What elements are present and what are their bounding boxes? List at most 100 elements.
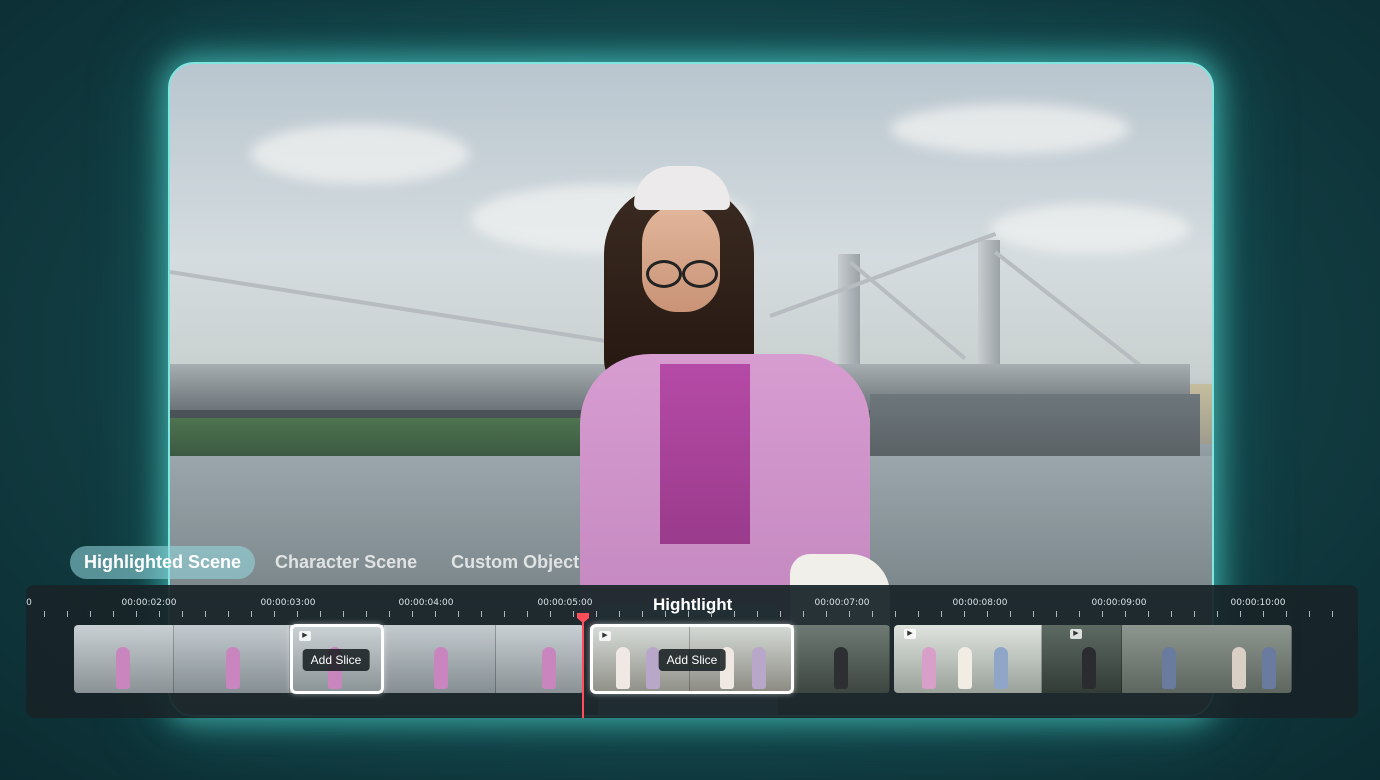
tick-mark — [688, 611, 689, 617]
tick-mark — [389, 611, 390, 617]
tab-highlighted-scene[interactable]: Highlighted Scene — [70, 545, 256, 579]
tick-mark — [1194, 611, 1195, 617]
tick-mark — [1125, 611, 1126, 617]
tick-mark — [757, 611, 758, 617]
tick-mark — [504, 611, 505, 617]
playhead[interactable] — [582, 615, 584, 718]
play-icon: ▶ — [904, 629, 916, 639]
tick-mark — [1171, 611, 1172, 617]
tick-label: 00:00:05:00 — [537, 598, 593, 608]
person-figure — [1232, 647, 1246, 689]
cloud — [890, 104, 1130, 154]
person-figure — [1162, 647, 1176, 689]
tick-mark — [734, 611, 735, 617]
tick-label: 00:00:08:00 — [952, 598, 1008, 608]
tick-mark — [1263, 611, 1264, 617]
glasses — [646, 260, 718, 288]
tick-label: 00:00:04:00 — [398, 598, 454, 608]
tick-mark — [366, 611, 367, 617]
tick-mark — [619, 611, 620, 617]
tick-mark — [1079, 611, 1080, 617]
tick-mark — [458, 611, 459, 617]
tick-mark — [1033, 611, 1034, 617]
tick-mark — [1286, 611, 1287, 617]
slice-handle-left[interactable] — [290, 653, 293, 667]
play-icon: ▶ — [299, 631, 311, 641]
tick-mark — [550, 611, 551, 617]
tick-mark — [872, 611, 873, 617]
person-figure — [1262, 647, 1276, 689]
tick-mark — [918, 611, 919, 617]
add-slice-button[interactable]: Add Slice — [658, 649, 726, 671]
bridge-cable — [170, 270, 605, 343]
tick-mark — [1332, 611, 1333, 617]
tick-mark — [297, 611, 298, 617]
clip-thumbnail — [1042, 625, 1122, 693]
tick-mark — [113, 611, 114, 617]
tick-mark — [964, 611, 965, 617]
tick-label: 00:00:10:00 — [1230, 598, 1286, 608]
timeline-panel[interactable]: 0 00:00:02:00 00:00:03:00 00:00:04:00 00… — [26, 585, 1358, 718]
tick-mark — [182, 611, 183, 617]
tick-mark — [642, 611, 643, 617]
person-figure — [958, 647, 972, 689]
bridge-cable — [993, 250, 1154, 377]
clip-segment[interactable]: ▶ ▶ — [894, 625, 1292, 693]
time-ruler[interactable]: 0 00:00:02:00 00:00:03:00 00:00:04:00 00… — [26, 585, 1358, 621]
tick-mark — [274, 611, 275, 617]
clip-thumbnail — [1122, 625, 1292, 693]
face — [642, 204, 720, 312]
tick-mark — [1056, 611, 1057, 617]
tick-mark — [895, 611, 896, 617]
tick-mark — [435, 611, 436, 617]
tick-mark — [228, 611, 229, 617]
tick-mark — [596, 611, 597, 617]
tick-label: 00:00:02:00 — [121, 598, 177, 608]
person-figure — [922, 647, 936, 689]
person-figure — [994, 647, 1008, 689]
tick-mark — [780, 611, 781, 617]
tick-mark — [849, 611, 850, 617]
clip-thumbnail — [74, 625, 174, 693]
tick-mark — [412, 611, 413, 617]
tick-mark — [159, 611, 160, 617]
tick-mark — [1240, 611, 1241, 617]
tick-label: 00:00:07:00 — [814, 598, 870, 608]
tick-mark — [1309, 611, 1310, 617]
tick-mark — [90, 611, 91, 617]
tick-mark — [803, 611, 804, 617]
tick-label: 00:00:03:00 — [260, 598, 316, 608]
person-figure — [116, 647, 130, 689]
purple-top — [660, 364, 750, 544]
tick-mark — [136, 611, 137, 617]
clip-thumbnail — [174, 625, 290, 693]
clip-track[interactable]: ▶ ▶ ▶ Add Slice ▶ Add Slice — [74, 624, 1292, 694]
tick-mark — [44, 611, 45, 617]
tick-mark — [665, 611, 666, 617]
cap — [634, 166, 730, 210]
clip-thumbnail — [794, 625, 890, 693]
slice-handle-right[interactable] — [791, 653, 794, 667]
clip-thumbnail — [894, 625, 1042, 693]
tick-mark — [987, 611, 988, 617]
person-figure — [834, 647, 848, 689]
tab-custom-object[interactable]: Custom Object — [437, 546, 593, 579]
tick-mark — [481, 611, 482, 617]
tab-character-scene[interactable]: Character Scene — [261, 546, 431, 579]
slice-handle-left[interactable] — [590, 653, 593, 667]
tick-mark — [320, 611, 321, 617]
add-slice-button[interactable]: Add Slice — [302, 649, 370, 671]
tick-mark — [1010, 611, 1011, 617]
tick-mark — [826, 611, 827, 617]
slice-handle-right[interactable] — [381, 653, 384, 667]
clip-thumbnail — [384, 625, 496, 693]
tick-mark — [67, 611, 68, 617]
play-icon: ▶ — [1070, 629, 1082, 639]
tick-mark — [711, 611, 712, 617]
tick-mark — [941, 611, 942, 617]
person-figure — [434, 647, 448, 689]
cloud — [250, 124, 470, 184]
tick-mark — [527, 611, 528, 617]
person-figure — [226, 647, 240, 689]
scene-tabs: Highlighted Scene Character Scene Custom… — [70, 545, 593, 579]
